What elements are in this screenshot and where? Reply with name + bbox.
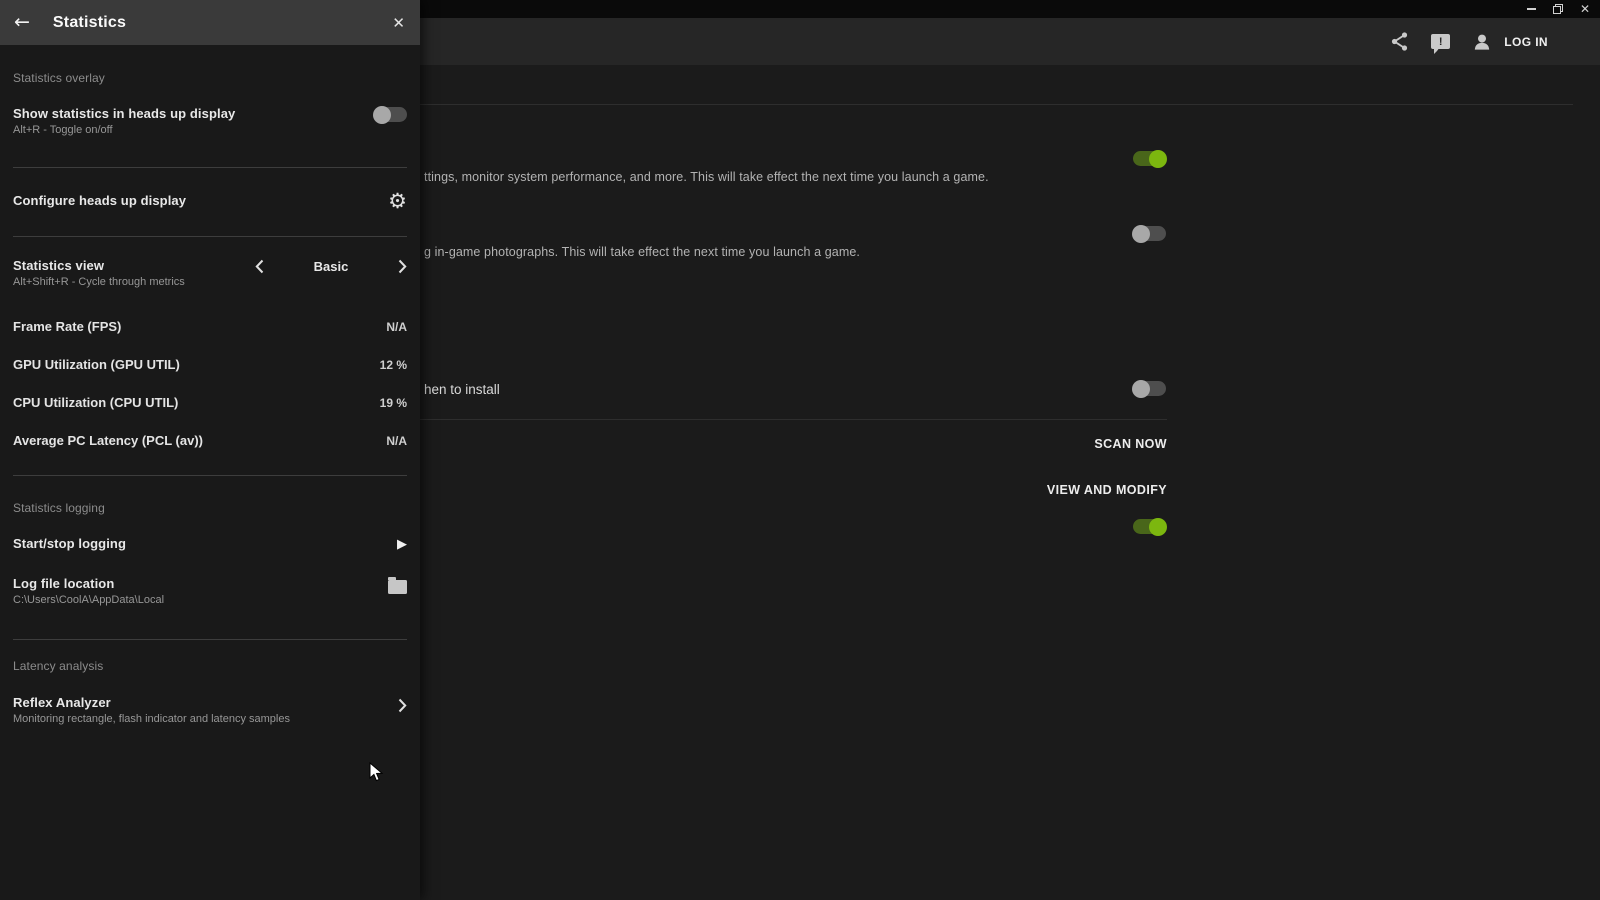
statistics-panel: ← Statistics ✕ Statistics overlay Show s…: [0, 0, 420, 900]
row-title: Configure heads up display: [13, 193, 186, 209]
settings-toggle[interactable]: [1133, 519, 1166, 534]
toggle-knob: [373, 106, 391, 124]
photo-mode-description: g in-game photographs. This will take ef…: [424, 245, 860, 259]
download-updates-label: hen to install: [424, 382, 500, 397]
chevron-left-icon[interactable]: [255, 259, 264, 274]
toggle-knob: [1149, 150, 1167, 168]
metric-label: Frame Rate (FPS): [13, 319, 121, 334]
metric-value: N/A: [386, 320, 407, 334]
section-label-logging: Statistics logging: [13, 501, 407, 515]
row-title: Statistics view: [13, 258, 185, 274]
metric-label: Average PC Latency (PCL (av)): [13, 433, 203, 448]
panel-title: Statistics: [53, 14, 126, 32]
panel-divider: [13, 639, 407, 640]
metric-row: GPU Utilization (GPU UTIL) 12 %: [13, 357, 407, 372]
avatar-icon[interactable]: [1472, 32, 1492, 52]
feedback-icon[interactable]: !: [1431, 34, 1450, 49]
app-header-actions: ! LOG IN: [1391, 18, 1548, 65]
metric-value: 19 %: [380, 396, 407, 410]
share-icon[interactable]: [1391, 32, 1409, 51]
metric-row: Frame Rate (FPS) N/A: [13, 319, 407, 334]
row-title: Start/stop logging: [13, 536, 126, 552]
panel-close-icon[interactable]: ✕: [392, 14, 405, 32]
back-icon[interactable]: ←: [14, 13, 30, 32]
log-file-location-row[interactable]: Log file location C:\Users\CoolA\AppData…: [13, 576, 407, 608]
folder-icon[interactable]: [388, 580, 407, 594]
window-controls: ✕: [1527, 0, 1590, 18]
restore-icon[interactable]: [1553, 4, 1563, 14]
photo-mode-toggle[interactable]: [1133, 226, 1166, 241]
start-stop-logging-row[interactable]: Start/stop logging ▶: [13, 535, 407, 553]
view-and-modify-button[interactable]: VIEW AND MODIFY: [967, 483, 1167, 497]
statistics-view-value: Basic: [314, 259, 349, 274]
toggle-knob: [1132, 225, 1150, 243]
statistics-view-row: Statistics view Alt+Shift+R - Cycle thro…: [13, 258, 407, 290]
overlay-setting-description: ttings, monitor system performance, and …: [424, 170, 989, 184]
auto-download-toggle[interactable]: [1133, 381, 1166, 396]
chevron-right-icon[interactable]: [398, 698, 407, 713]
metric-label: CPU Utilization (CPU UTIL): [13, 395, 178, 410]
row-subtitle: Alt+R - Toggle on/off: [13, 123, 235, 138]
reflex-analyzer-row[interactable]: Reflex Analyzer Monitoring rectangle, fl…: [13, 695, 407, 727]
row-title: Reflex Analyzer: [13, 695, 290, 711]
metric-label: GPU Utilization (GPU UTIL): [13, 357, 180, 372]
statistics-view-text: Statistics view Alt+Shift+R - Cycle thro…: [13, 258, 185, 290]
row-title: Log file location: [13, 576, 164, 592]
play-icon[interactable]: ▶: [397, 537, 407, 552]
reflex-text: Reflex Analyzer Monitoring rectangle, fl…: [13, 695, 290, 727]
section-label-overlay: Statistics overlay: [13, 71, 407, 85]
toggle-knob: [1132, 380, 1150, 398]
metric-row: Average PC Latency (PCL (av)) N/A: [13, 433, 407, 448]
panel-divider: [13, 236, 407, 237]
configure-hud-row[interactable]: Configure heads up display ⚙: [13, 191, 407, 211]
panel-body: Statistics overlay Show statistics in he…: [0, 71, 420, 727]
hud-toggle[interactable]: [374, 107, 407, 122]
section-divider: [420, 104, 1573, 105]
gear-icon[interactable]: ⚙: [388, 191, 407, 211]
section-label-latency: Latency analysis: [13, 659, 407, 673]
minimize-icon[interactable]: [1527, 8, 1536, 10]
row-divider: [420, 419, 1167, 420]
row-subtitle: Monitoring rectangle, flash indicator an…: [13, 712, 290, 727]
login-button[interactable]: LOG IN: [1504, 35, 1548, 49]
toggle-knob: [1149, 518, 1167, 536]
hud-toggle-text: Show statistics in heads up display Alt+…: [13, 106, 235, 138]
panel-header: ← Statistics ✕: [0, 0, 420, 45]
chevron-right-icon[interactable]: [398, 259, 407, 274]
panel-divider: [13, 475, 407, 476]
metric-value: 12 %: [380, 358, 407, 372]
statistics-view-selector: Basic: [255, 259, 407, 274]
hud-toggle-row[interactable]: Show statistics in heads up display Alt+…: [13, 106, 407, 138]
metric-value: N/A: [386, 434, 407, 448]
log-location-text: Log file location C:\Users\CoolA\AppData…: [13, 576, 164, 608]
window-close-icon[interactable]: ✕: [1580, 3, 1590, 15]
scan-now-button[interactable]: SCAN NOW: [967, 437, 1167, 451]
panel-divider: [13, 167, 407, 168]
log-file-path: C:\Users\CoolA\AppData\Local: [13, 593, 164, 608]
overlay-toggle[interactable]: [1133, 151, 1166, 166]
row-title: Show statistics in heads up display: [13, 106, 235, 122]
row-subtitle: Alt+Shift+R - Cycle through metrics: [13, 275, 185, 290]
metric-row: CPU Utilization (CPU UTIL) 19 %: [13, 395, 407, 410]
